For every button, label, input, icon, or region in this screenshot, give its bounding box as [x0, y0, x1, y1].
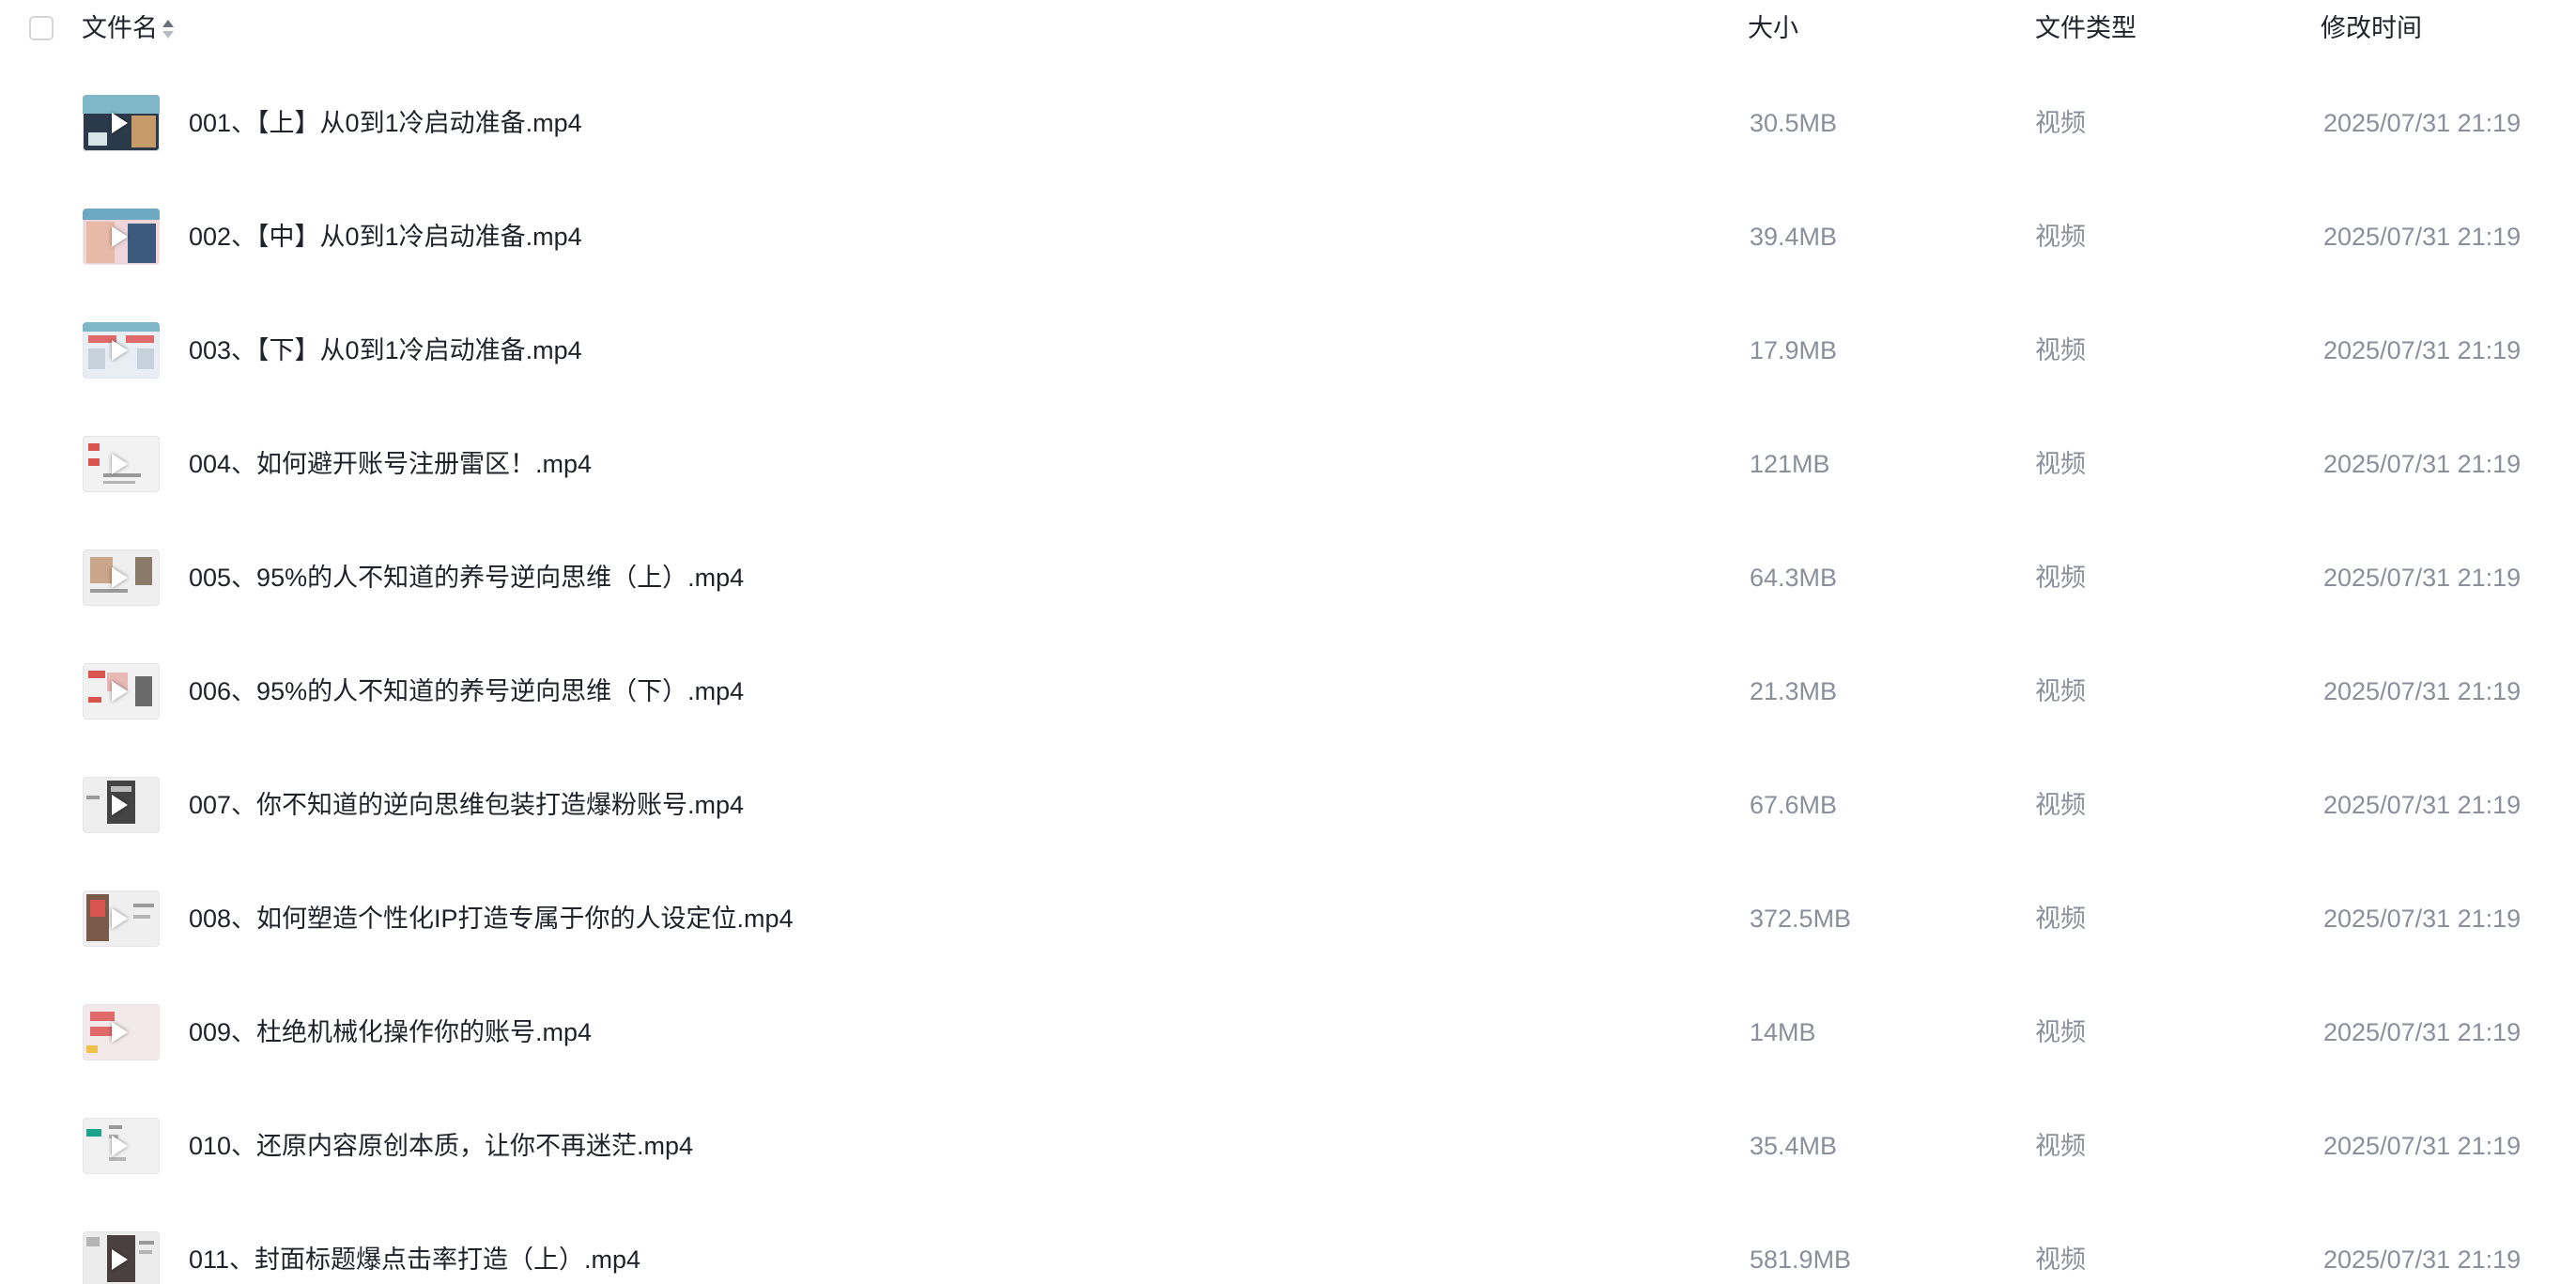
file-row[interactable]: 003、【下】从0到1冷启动准备.mp4 17.9MB 视频 2025/07/3…	[0, 295, 2576, 409]
file-row[interactable]: 010、还原内容原创本质，让你不再迷茫.mp4 35.4MB 视频 2025/0…	[0, 1091, 2576, 1204]
file-size: 17.9MB	[1750, 336, 1838, 364]
video-thumbnail[interactable]	[83, 777, 160, 833]
file-modified: 2025/07/31 21:19	[2323, 450, 2522, 478]
file-row[interactable]: 007、你不知道的逆向思维包装打造爆粉账号.mp4 67.6MB 视频 2025…	[0, 750, 2576, 863]
play-icon	[112, 1136, 128, 1156]
video-thumbnail[interactable]	[83, 95, 160, 151]
file-size: 39.4MB	[1750, 223, 1838, 251]
video-thumbnail[interactable]	[83, 436, 160, 492]
file-name[interactable]: 007、你不知道的逆向思维包装打造爆粉账号.mp4	[189, 789, 744, 821]
sort-icon[interactable]	[162, 17, 175, 41]
file-modified: 2025/07/31 21:19	[2323, 336, 2522, 364]
file-row[interactable]: 005、95%的人不知道的养号逆向思维（上）.mp4 64.3MB 视频 202…	[0, 522, 2576, 636]
file-modified: 2025/07/31 21:19	[2323, 905, 2522, 933]
file-row[interactable]: 009、杜绝机械化操作你的账号.mp4 14MB 视频 2025/07/31 2…	[0, 977, 2576, 1091]
play-icon	[112, 113, 128, 133]
play-icon	[112, 1022, 128, 1043]
column-header-type[interactable]: 文件类型	[2035, 13, 2136, 43]
play-icon	[112, 567, 128, 588]
play-icon	[112, 908, 128, 929]
file-row[interactable]: 006、95%的人不知道的养号逆向思维（下）.mp4 21.3MB 视频 202…	[0, 636, 2576, 750]
column-header-name[interactable]: 文件名	[82, 13, 158, 43]
file-row[interactable]: 002、【中】从0到1冷启动准备.mp4 39.4MB 视频 2025/07/3…	[0, 181, 2576, 295]
file-row[interactable]: 001、【上】从0到1冷启动准备.mp4 30.5MB 视频 2025/07/3…	[0, 68, 2576, 181]
file-size: 14MB	[1750, 1018, 1816, 1046]
file-type: 视频	[2035, 1018, 2086, 1046]
file-list-header: 文件名 大小 文件类型 修改时间	[0, 0, 2576, 56]
play-icon	[112, 795, 128, 815]
play-icon	[112, 340, 128, 361]
video-thumbnail[interactable]	[83, 1004, 160, 1060]
file-type: 视频	[2035, 564, 2086, 592]
file-size: 121MB	[1750, 450, 1830, 478]
file-modified: 2025/07/31 21:19	[2323, 223, 2522, 251]
file-type: 视频	[2035, 223, 2086, 251]
file-size: 21.3MB	[1750, 677, 1838, 705]
file-row[interactable]: 004、如何避开账号注册雷区！.mp4 121MB 视频 2025/07/31 …	[0, 409, 2576, 522]
file-name[interactable]: 010、还原内容原创本质，让你不再迷茫.mp4	[189, 1130, 693, 1162]
file-modified: 2025/07/31 21:19	[2323, 564, 2522, 592]
file-name[interactable]: 003、【下】从0到1冷启动准备.mp4	[189, 334, 582, 366]
video-thumbnail[interactable]	[83, 322, 160, 379]
file-type: 视频	[2035, 109, 2086, 137]
file-row[interactable]: 008、如何塑造个性化IP打造专属于你的人设定位.mp4 372.5MB 视频 …	[0, 863, 2576, 977]
file-size: 372.5MB	[1750, 905, 1852, 933]
file-list: 文件名 大小 文件类型 修改时间 001、【上】从0到1冷启动准备.mp4 30…	[0, 0, 2576, 1284]
file-type: 视频	[2035, 336, 2086, 364]
file-name[interactable]: 004、如何避开账号注册雷区！.mp4	[189, 448, 592, 480]
file-size: 64.3MB	[1750, 564, 1838, 592]
video-thumbnail[interactable]	[83, 549, 160, 606]
file-modified: 2025/07/31 21:19	[2323, 791, 2522, 819]
file-name[interactable]: 011、封面标题爆点击率打造（上）.mp4	[189, 1244, 640, 1276]
video-thumbnail[interactable]	[83, 663, 160, 719]
play-icon	[112, 226, 128, 247]
file-modified: 2025/07/31 21:19	[2323, 1245, 2522, 1274]
file-modified: 2025/07/31 21:19	[2323, 1132, 2522, 1160]
play-icon	[112, 681, 128, 702]
file-type: 视频	[2035, 791, 2086, 819]
file-size: 30.5MB	[1750, 109, 1838, 137]
file-name[interactable]: 008、如何塑造个性化IP打造专属于你的人设定位.mp4	[189, 903, 794, 935]
column-header-modified[interactable]: 修改时间	[2321, 13, 2422, 43]
file-name[interactable]: 006、95%的人不知道的养号逆向思维（下）.mp4	[189, 675, 744, 707]
video-thumbnail[interactable]	[83, 1118, 160, 1174]
video-thumbnail[interactable]	[83, 890, 160, 947]
file-name[interactable]: 001、【上】从0到1冷启动准备.mp4	[189, 107, 582, 139]
file-row[interactable]: 011、封面标题爆点击率打造（上）.mp4 581.9MB 视频 2025/07…	[0, 1204, 2576, 1284]
file-type: 视频	[2035, 677, 2086, 705]
file-size: 581.9MB	[1750, 1245, 1852, 1274]
file-type: 视频	[2035, 1245, 2086, 1274]
file-name[interactable]: 009、杜绝机械化操作你的账号.mp4	[189, 1016, 592, 1048]
video-thumbnail[interactable]	[83, 1231, 160, 1284]
file-modified: 2025/07/31 21:19	[2323, 109, 2522, 137]
file-size: 35.4MB	[1750, 1132, 1838, 1160]
file-modified: 2025/07/31 21:19	[2323, 677, 2522, 705]
select-all-checkbox[interactable]	[29, 16, 54, 40]
file-type: 视频	[2035, 905, 2086, 933]
file-type: 视频	[2035, 450, 2086, 478]
play-icon	[112, 1249, 128, 1270]
play-icon	[112, 454, 128, 474]
file-size: 67.6MB	[1750, 791, 1838, 819]
file-name[interactable]: 002、【中】从0到1冷启动准备.mp4	[189, 221, 582, 253]
column-header-size[interactable]: 大小	[1748, 13, 1798, 43]
file-name[interactable]: 005、95%的人不知道的养号逆向思维（上）.mp4	[189, 562, 744, 594]
video-thumbnail[interactable]	[83, 209, 160, 265]
file-type: 视频	[2035, 1132, 2086, 1160]
file-modified: 2025/07/31 21:19	[2323, 1018, 2522, 1046]
